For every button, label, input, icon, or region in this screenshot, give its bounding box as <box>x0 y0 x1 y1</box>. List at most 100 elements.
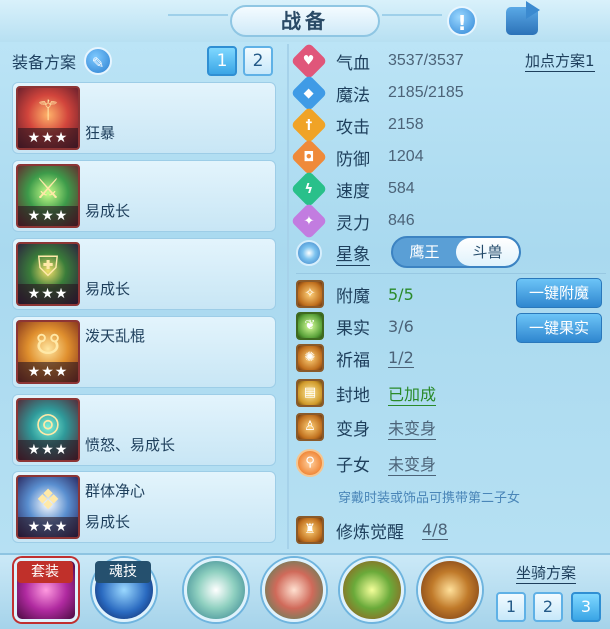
stat-label: 魔法 <box>336 85 370 106</box>
equipment-trait: 愤怒、易成长 <box>85 436 176 454</box>
equipment-skill: 泼天乱棍 <box>85 327 146 345</box>
exclamation-icon: ! <box>447 6 477 36</box>
lightning-icon: ϟ <box>290 170 328 208</box>
option-transform[interactable]: ♙ 变身 未变身 <box>296 410 437 444</box>
option-value[interactable]: 4/8 <box>422 520 448 540</box>
fruit-icon: ❦ <box>296 312 324 340</box>
auto-enchant-button[interactable]: 一键附魔 <box>516 278 602 308</box>
pencil-icon[interactable]: ✎ <box>84 47 113 75</box>
skill-1-icon[interactable] <box>184 558 248 622</box>
equipment-trait: 易成长 <box>85 513 131 531</box>
fief-icon: ▤ <box>296 379 324 407</box>
pray-icon: ✺ <box>296 344 324 372</box>
plan-button-2[interactable]: 2 <box>243 46 273 76</box>
spirit-icon: ✦ <box>290 202 328 240</box>
stat-speed: ϟ 速度 584 <box>290 170 415 208</box>
necklace-icon: ☋ ★★★ <box>16 320 80 384</box>
constellation-label[interactable]: 星象 <box>336 240 370 266</box>
option-label: 变身 <box>336 419 370 440</box>
star-icon <box>296 240 322 266</box>
heart-icon: ♥ <box>290 42 328 80</box>
option-label: 子女 <box>336 455 370 476</box>
option-label: 附魔 <box>336 286 370 307</box>
option-practice[interactable]: ♜ 修炼觉醒 4/8 <box>296 513 448 547</box>
option-enchant[interactable]: ✧ 附魔 5/5 <box>296 277 414 311</box>
equipment-slot-5[interactable]: ◎ ★★★ 愤怒、易成长 <box>12 394 276 466</box>
second-child-hint: 穿戴时装或饰品可携带第二子女 <box>338 491 521 506</box>
stat-hp: ♥ 气血 3537/3537 <box>290 42 464 80</box>
equipment-trait: 狂暴 <box>85 124 116 142</box>
option-child[interactable]: ⚲ 子女 未变身 <box>296 446 437 480</box>
star-rating: ★★★ <box>18 517 78 537</box>
stat-value: 2158 <box>388 116 424 133</box>
title-wing-left <box>168 14 228 24</box>
star-rating: ★★★ <box>18 440 78 460</box>
constellation-option-eagle[interactable]: 鹰王 <box>393 238 456 266</box>
shield-icon: ◘ <box>290 138 328 176</box>
practice-icon: ♜ <box>296 516 324 544</box>
panel-divider <box>287 44 289 549</box>
stat-mp: ◆ 魔法 2185/2185 <box>290 74 464 112</box>
title-wing-right <box>382 14 442 24</box>
equipment-skill: 群体净心 <box>85 482 146 500</box>
constellation-toggle[interactable]: 鹰王 斗兽 <box>391 236 521 268</box>
mana-icon: ◆ <box>290 74 328 112</box>
option-value[interactable]: 未变身 <box>388 415 437 440</box>
equipment-slot-3[interactable]: ⛨ ★★★ 易成长 <box>12 238 276 310</box>
child-icon: ⚲ <box>296 449 324 477</box>
boots-icon: ❖ ★★★ <box>16 475 80 539</box>
stat-value: 1204 <box>388 148 424 165</box>
equipment-slot-4[interactable]: ☋ ★★★ 泼天乱棍 <box>12 316 276 388</box>
star-rating: ★★★ <box>18 206 78 226</box>
stat-attack: † 攻击 2158 <box>290 106 424 144</box>
transform-icon: ♙ <box>296 413 324 441</box>
equipment-plan-title: 装备方案 <box>12 53 77 72</box>
equipment-slot-1[interactable]: ⚚ ★★★ 狂暴 <box>12 82 276 154</box>
stat-label: 气血 <box>336 53 370 74</box>
equipment-slot-6[interactable]: ❖ ★★★ 群体净心 易成长 <box>12 471 276 543</box>
option-label: 果实 <box>336 318 370 339</box>
add-point-plan-link[interactable]: 加点方案1 <box>525 50 595 72</box>
equipment-plan-header: 装备方案 ✎ <box>12 46 113 76</box>
option-value: 3/6 <box>388 316 414 336</box>
equipment-trait: 易成长 <box>85 202 131 220</box>
star-rating: ★★★ <box>18 128 78 148</box>
soul-tag: 魂技 <box>95 561 151 583</box>
star-rating: ★★★ <box>18 284 78 304</box>
star-rating: ★★★ <box>18 362 78 382</box>
stat-label: 灵力 <box>336 213 370 234</box>
auto-fruit-button[interactable]: 一键果实 <box>516 313 602 343</box>
mount-plan-button-2[interactable]: 2 <box>533 592 563 622</box>
option-value[interactable]: 已加成 <box>388 381 437 406</box>
skill-4-icon[interactable] <box>418 558 482 622</box>
equipment-slot-2[interactable]: ⚔ ★★★ 易成长 <box>12 160 276 232</box>
stat-defense: ◘ 防御 1204 <box>290 138 424 176</box>
share-button[interactable] <box>504 1 540 38</box>
info-button[interactable]: ! <box>444 4 480 38</box>
skill-3-icon[interactable] <box>340 558 404 622</box>
enchant-icon: ✧ <box>296 280 324 308</box>
mount-plan-button-1[interactable]: 1 <box>496 592 526 622</box>
belt-icon: ◎ ★★★ <box>16 398 80 462</box>
option-fief[interactable]: ▤ 封地 已加成 <box>296 376 437 410</box>
option-pray[interactable]: ✺ 祈福 1/2 <box>296 341 414 375</box>
stat-value: 2185/2185 <box>388 84 464 101</box>
armor-icon: ⛨ ★★★ <box>16 242 80 306</box>
plan-button-1[interactable]: 1 <box>207 46 237 76</box>
stat-label: 防御 <box>336 149 370 170</box>
option-value[interactable]: 1/2 <box>388 348 414 368</box>
option-label: 祈福 <box>336 350 370 371</box>
stat-spirit: ✦ 灵力 846 <box>290 202 415 240</box>
equipment-trait: 易成长 <box>85 280 131 298</box>
stat-value: 584 <box>388 180 415 197</box>
sword-icon: † <box>290 106 328 144</box>
option-label: 修炼觉醒 <box>336 522 404 543</box>
option-fruit[interactable]: ❦ 果实 3/6 <box>296 309 414 343</box>
mount-plan-button-3[interactable]: 3 <box>571 592 601 622</box>
scepter-icon: ⚚ ★★★ <box>16 86 80 150</box>
skill-2-icon[interactable] <box>262 558 326 622</box>
constellation-option-beast[interactable]: 斗兽 <box>456 238 519 266</box>
option-value[interactable]: 未变身 <box>388 451 437 476</box>
page-title: 战备 <box>230 5 380 37</box>
stat-label: 速度 <box>336 181 370 202</box>
